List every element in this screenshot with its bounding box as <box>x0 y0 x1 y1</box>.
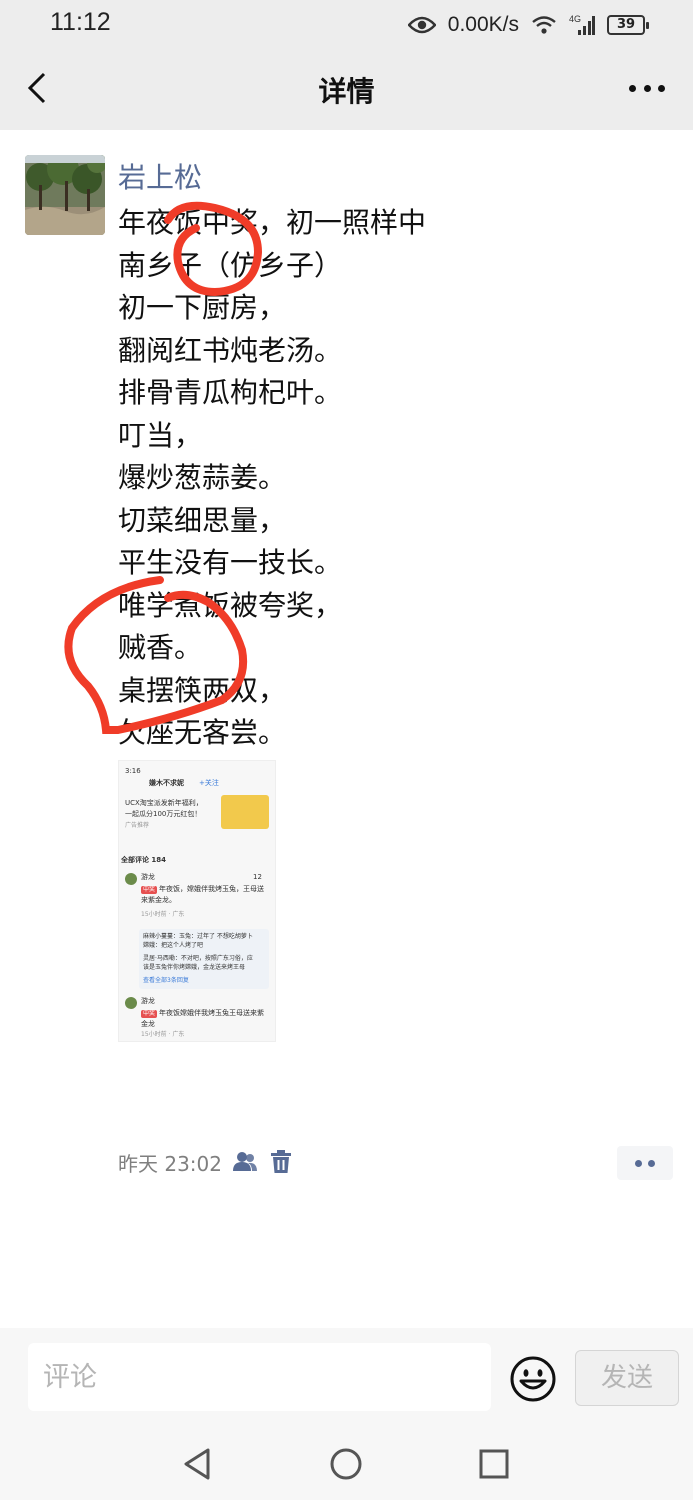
triangle-back-icon[interactable] <box>180 1446 216 1482</box>
post-line: 切菜细思量， <box>118 503 287 537</box>
thumb-comments-header: 全部评论 184 <box>121 856 167 864</box>
thumb-comment2-text: 中奖 年夜饭嫦娥伴我烤玉兔王母送来紫 <box>141 1009 264 1018</box>
eye-icon <box>407 16 436 34</box>
thumb-ad-tag: 广告推荐 <box>125 822 150 829</box>
thumb-comment2-line2: 金龙 <box>141 1020 155 1028</box>
thumb-promo-image <box>221 795 269 829</box>
system-nav-bar <box>0 1428 693 1500</box>
post-image[interactable]: 3:16 嫌木不求妮 +关注 UCX淘宝派发新年福利， 一起瓜分100万元红包！… <box>118 760 276 1042</box>
page-title: 详情 <box>318 75 375 108</box>
square-recents-icon[interactable] <box>476 1446 512 1482</box>
dot <box>658 84 665 92</box>
author-name[interactable]: 岩上松 <box>118 156 202 196</box>
post-line: 南乡子（仿乡子） <box>118 248 343 282</box>
thumb-avatar <box>125 997 137 1009</box>
thumb-reply-more: 查看全部3条回复 <box>143 977 189 984</box>
post-line: 年夜饭中奖，初一照样中 <box>118 206 427 239</box>
thumb-comment1-user: 游龙 <box>141 873 155 881</box>
dot <box>643 84 651 92</box>
more-dots-icon[interactable] <box>629 82 665 94</box>
thumb-comment2-line1: 年夜饭嫦娥伴我烤玉兔王母送来紫 <box>159 1009 265 1017</box>
thumb-comment1-line2: 来紫金龙。 <box>141 896 176 904</box>
smiley-icon[interactable] <box>509 1355 557 1403</box>
trash-icon[interactable] <box>268 1149 294 1175</box>
post-line: 排骨青瓜枸杞叶。 <box>118 376 343 409</box>
thumb-reply1b: 嫦娥：把这个人烤了吧 <box>143 942 204 949</box>
wifi-icon <box>532 16 556 34</box>
post-meta: 昨天 23:02 <box>118 1148 294 1176</box>
avatar-image <box>25 155 105 235</box>
thumb-reply1: 麻辣小蔓蔓：玉兔：过年了 不想吃胡萝卜 <box>143 933 253 940</box>
dot <box>629 84 636 92</box>
thumb-reply2: 灵居·马西嘞：不对吧，按照广东习俗，应 <box>143 955 253 962</box>
post-line: 初一下厨房， <box>118 291 287 324</box>
circle-home-icon[interactable] <box>328 1446 364 1482</box>
thumb-reply2b: 该是玉兔伴你烤嫦娥，金龙送来烤王母 <box>143 964 246 971</box>
thumb-tag: 中奖 <box>141 1010 158 1018</box>
thumb-time: 3:16 <box>125 767 141 775</box>
post-line: 叮当， <box>118 418 203 452</box>
post-more-button[interactable] <box>617 1146 673 1180</box>
comment-input[interactable] <box>28 1343 491 1411</box>
avatar[interactable] <box>25 155 105 235</box>
people-icon[interactable] <box>232 1149 258 1175</box>
post-line: 爆炒葱蒜姜。 <box>118 461 287 494</box>
comment-bar: 发送 <box>0 1328 693 1428</box>
send-button[interactable]: 发送 <box>575 1350 679 1406</box>
thumb-follow: +关注 <box>199 779 219 787</box>
thumb-comment1-line1: 年夜饭，嫦娥伴我烤玉兔，王母送 <box>159 885 265 893</box>
post-line: 桌摆筷两双， <box>118 673 287 707</box>
thumb-comment2-meta: 15小时前 · 广东 <box>141 1031 185 1038</box>
net-speed: 0.00K/s <box>447 13 519 36</box>
post-line: 平生没有一技长。 <box>118 546 343 579</box>
thumb-promo-2: 一起瓜分100万元红包！ <box>125 810 202 818</box>
status-bar: 11:12 0.00K/s 4G 39 <box>0 0 693 50</box>
thumb-avatar <box>125 873 137 885</box>
post-time: 昨天 23:02 <box>118 1151 222 1176</box>
battery-icon: 39 <box>607 15 649 35</box>
post-detail: 岩上松 年夜饭中奖，初一照样中 南乡子（仿乡子） 初一下厨房， 翻阅红书炖老汤。… <box>0 130 693 1328</box>
status-indicators: 0.00K/s 4G 39 <box>407 10 649 40</box>
post-line: 翻阅红书炖老汤。 <box>118 333 343 367</box>
post-line: 唯学煮饭被夸奖， <box>118 588 343 622</box>
dot <box>635 1159 642 1167</box>
thumb-comment2-user: 游龙 <box>141 997 155 1005</box>
post-line: 贼香。 <box>118 631 203 664</box>
nav-bar: 详情 <box>0 50 693 130</box>
thumb-tag: 中奖 <box>141 886 158 894</box>
thumb-promo-1: UCX淘宝派发新年福利， <box>125 799 203 807</box>
status-time: 11:12 <box>50 8 111 36</box>
network-label: 4G <box>569 14 581 24</box>
signal-icon: 4G <box>569 14 595 35</box>
thumb-title: 嫌木不求妮 <box>149 779 184 787</box>
post-line: 欠座无客尝。 <box>118 716 287 749</box>
dot <box>648 1159 655 1167</box>
thumb-comment1-likes: 12 <box>253 873 262 881</box>
thumb-comment1-meta: 15小时前 · 广东 <box>141 911 185 918</box>
thumb-comment1-text: 中奖 年夜饭，嫦娥伴我烤玉兔，王母送 <box>141 885 264 894</box>
post-text: 年夜饭中奖，初一照样中 南乡子（仿乡子） 初一下厨房， 翻阅红书炖老汤。 排骨青… <box>118 202 658 755</box>
